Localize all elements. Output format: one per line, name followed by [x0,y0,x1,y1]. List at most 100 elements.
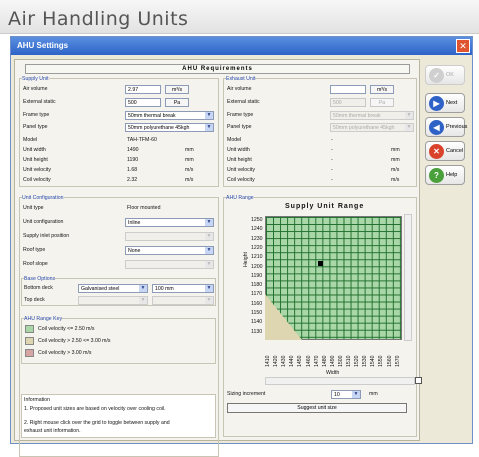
chevron-down-icon[interactable]: ▼ [205,261,213,268]
supply-coil-value: 2.32 [127,177,138,183]
range-key-heading: AHU Range Key [24,316,63,322]
grid-toggle-checkbox[interactable] [415,377,422,384]
chevron-down-icon[interactable]: ▼ [139,297,147,304]
chevron-down-icon[interactable]: ▼ [205,219,213,226]
supply-height-label: Unit height [23,157,48,163]
x-tick-label: 1460 [305,355,312,367]
unit-configuration-heading: Unit Configuration [22,195,64,201]
information-heading: Information [24,397,50,403]
exhaust-panel-label: Panel type [227,124,252,130]
unit-configuration-label: Unit configuration [23,219,64,225]
exhaust-air-volume-input[interactable] [330,85,366,94]
y-tick-label: 1180 [251,282,263,289]
y-tick-label: 1230 [251,235,263,242]
exhaust-height-label: Unit height [227,157,252,163]
supply-air-volume-unit-button[interactable]: m³/s [165,85,189,94]
roof-slope-label: Roof slope [23,261,48,267]
help-button[interactable]: ? Help [425,165,465,185]
cancel-button[interactable]: ✕ Cancel [425,141,465,161]
supply-height-unit: mm [185,157,194,163]
arrow-right-icon: ▶ [429,96,444,111]
exhaust-height-unit: mm [391,157,400,163]
x-tick-label: 1490 [329,355,336,367]
previous-button[interactable]: ◀ Previous [425,117,467,137]
suggest-unit-size-button[interactable]: Suggest unit size [227,403,407,413]
exhaust-panel-select[interactable]: 50mm polyurethane 45kgh ▼ [330,123,414,132]
supply-model-value: TAH-TFM-60 [127,137,157,143]
next-button[interactable]: ▶ Next [425,93,465,113]
page-title: Air Handling Units [8,8,189,30]
y-tick-label: 1210 [251,254,263,261]
supply-panel-select[interactable]: 50mm polyurethane 45kgh ▼ [125,123,214,132]
chevron-down-icon[interactable]: ▼ [205,112,213,119]
exhaust-ext-static-label: External static [227,99,260,105]
supply-width-label: Unit width [23,147,46,153]
y-tick-label: 1240 [251,226,263,233]
exhaust-velocity-value: - [331,167,333,173]
supply-inlet-select[interactable]: ▼ [125,232,214,241]
supply-model-label: Model [23,137,38,143]
requirements-banner: AHU Requirements [25,64,410,74]
chevron-down-icon[interactable]: ▼ [139,285,147,292]
supply-ext-static-unit-button[interactable]: Pa [165,98,189,107]
unit-type-label: Unit type [23,205,44,211]
x-tick-label: 1420 [273,355,280,367]
chevron-down-icon[interactable]: ▼ [205,285,213,292]
ahu-settings-dialog: AHU Settings ✕ AHU Requirements Supply U… [10,36,473,457]
exhaust-air-volume-label: Air volume [227,86,252,92]
supply-air-volume-input[interactable]: 2.97 [125,85,161,94]
supply-ext-static-input[interactable]: 500 [125,98,161,107]
supply-frame-select[interactable]: 50mm thermal break ▼ [125,111,214,120]
selected-size-marker [318,261,323,266]
x-tick-label: 1560 [386,355,393,367]
grid-horizontal-scrollbar[interactable] [265,377,415,385]
chevron-down-icon[interactable]: ▼ [205,233,213,240]
exhaust-unit-heading: Exhaust Unit [226,76,256,82]
exhaust-frame-label: Frame type [227,112,254,118]
exhaust-ext-static-unit-button[interactable]: Pa [370,98,394,107]
y-tick-label: 1150 [251,310,263,316]
chevron-down-icon[interactable]: ▼ [405,124,413,131]
y-tick-label: 1130 [251,328,263,335]
x-tick-label: 1440 [289,355,296,367]
unit-configuration-select[interactable]: Inline ▼ [125,218,214,227]
exhaust-coil-value: - [331,177,333,183]
chevron-down-icon[interactable]: ▼ [205,297,213,304]
chevron-down-icon[interactable]: ▼ [352,391,360,398]
key-green-swatch [25,325,34,333]
x-tick-label: 1410 [265,355,271,367]
roof-type-select[interactable]: None ▼ [125,246,214,255]
top-deck-size-select[interactable]: ▼ [152,296,214,305]
ahu-range-heading: AHU Range [226,195,254,201]
x-tick-label: 1540 [370,355,377,367]
ok-button[interactable]: ✓ OK [425,65,465,85]
exhaust-height-value: - [331,157,333,163]
exhaust-ext-static-input[interactable]: 500 [330,98,366,107]
chevron-down-icon[interactable]: ▼ [205,247,213,254]
x-tick-label: 1510 [346,355,352,367]
key-beige-swatch [25,337,34,345]
top-deck-select[interactable]: ▼ [78,296,148,305]
y-tick-label: 1200 [251,263,263,270]
roof-slope-select[interactable]: ▼ [125,260,214,269]
key-red-swatch [25,349,34,357]
close-icon[interactable]: ✕ [456,39,470,53]
chevron-down-icon[interactable]: ▼ [205,124,213,131]
y-axis-label: Height [243,252,249,267]
sizing-increment-select[interactable]: 10 ▼ [331,390,361,399]
base-options-heading: Base Options [24,276,56,282]
supply-air-volume-label: Air volume [23,86,48,92]
supply-inlet-label: Supply inlet position [23,233,70,239]
exhaust-model-label: Model [227,137,242,143]
grid-vertical-scrollbar[interactable] [404,214,412,341]
x-tick-label: 1450 [297,355,304,367]
chevron-down-icon[interactable]: ▼ [405,112,413,119]
page-header: Air Handling Units [0,0,479,34]
x-tick-label: 1520 [354,355,361,367]
exhaust-air-volume-unit-button[interactable]: m³/s [370,85,394,94]
bottom-deck-size-select[interactable]: 100 mm ▼ [152,284,214,293]
exhaust-frame-select[interactable]: 50mm thermal break ▼ [330,111,414,120]
exhaust-model-value: - [331,137,333,143]
x-tick-label: 1430 [281,355,288,367]
bottom-deck-select[interactable]: Galvanised steel ▼ [78,284,148,293]
